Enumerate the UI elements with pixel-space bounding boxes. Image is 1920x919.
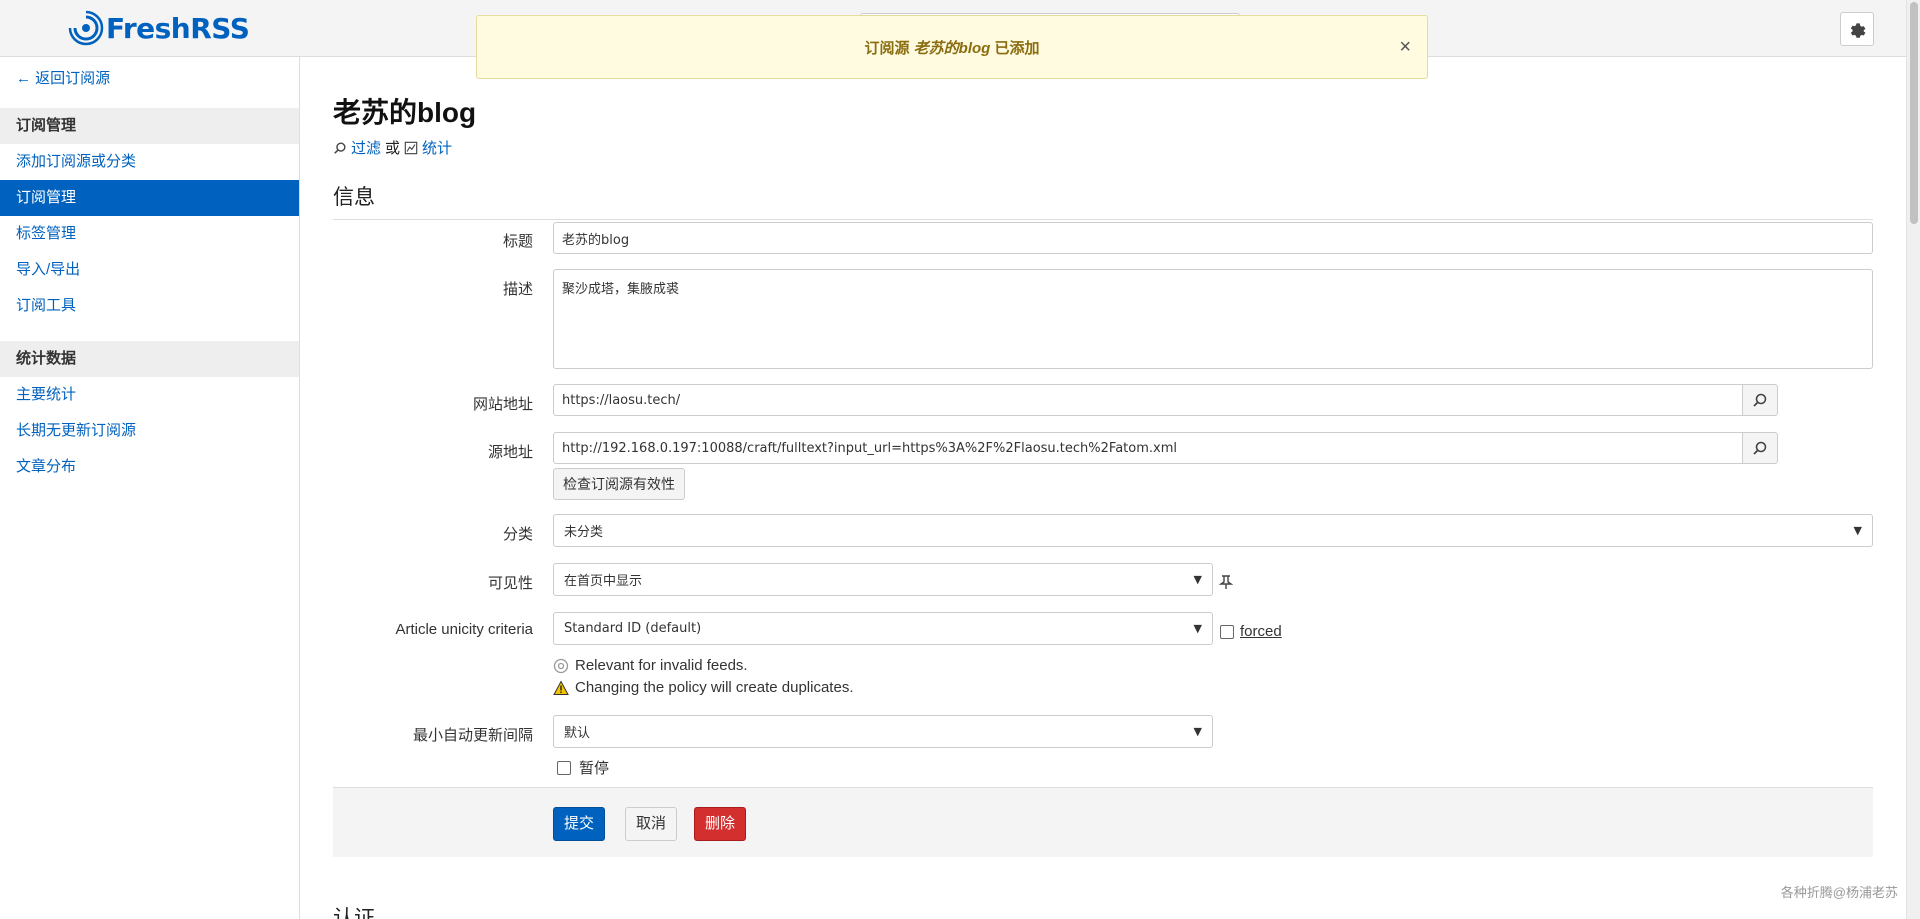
note-duplicates-text: Changing the policy will create duplicat… xyxy=(575,679,854,696)
freshrss-logo[interactable]: FreshRSS xyxy=(68,10,250,46)
gear-icon xyxy=(1850,23,1866,38)
interval-select[interactable]: 默认 ▼ xyxy=(553,715,1213,748)
main-content: 老苏的blog 过滤 或 统计 信息 标题 老苏的blog 描述 聚沙成塔，集腋… xyxy=(333,57,1873,919)
sidebar-group-title: 统计数据 xyxy=(0,341,299,377)
pin-icon[interactable] xyxy=(1219,574,1233,590)
app-name: FreshRSS xyxy=(106,11,250,45)
visibility-label: 可见性 xyxy=(487,575,533,592)
title-label: 标题 xyxy=(502,233,533,250)
pause-option: 暂停 xyxy=(557,757,609,778)
interval-label: 最小自动更新间隔 xyxy=(412,727,533,744)
open-feed-button[interactable] xyxy=(1742,432,1778,464)
forced-checkbox[interactable] xyxy=(1220,624,1234,639)
sidebar-item-repartition[interactable]: 文章分布 xyxy=(0,449,299,485)
unicity-select[interactable]: Standard ID (default) ▼ xyxy=(553,612,1213,645)
link-icon xyxy=(1753,441,1767,455)
stats-icon xyxy=(404,141,418,154)
check-feed-button[interactable]: 检查订阅源有效性 xyxy=(553,468,685,500)
settings-button[interactable] xyxy=(1840,12,1874,46)
note-invalid-feeds: Relevant for invalid feeds. xyxy=(553,657,748,674)
visibility-selected: 在首页中显示 xyxy=(564,574,643,589)
feed-url-label: 源地址 xyxy=(487,444,533,461)
unicity-selected: Standard ID (default) xyxy=(564,621,702,636)
page-title: 老苏的blog xyxy=(333,97,477,128)
or-text: 或 xyxy=(385,140,401,157)
stats-link[interactable]: 统计 xyxy=(422,137,452,158)
description-textarea[interactable]: 聚沙成塔，集腋成裘 xyxy=(553,269,1873,369)
sidebar: ← 返回订阅源 订阅管理 添加订阅源或分类 订阅管理 标签管理 导入/导出 订阅… xyxy=(0,57,300,919)
pause-label[interactable]: 暂停 xyxy=(579,757,609,778)
site-url-label: 网站地址 xyxy=(472,396,533,413)
feed-url-input[interactable]: http://192.168.0.197:10088/craft/fulltex… xyxy=(553,432,1743,464)
sidebar-item-tags[interactable]: 标签管理 xyxy=(0,216,299,252)
note-duplicates: Changing the policy will create duplicat… xyxy=(553,679,854,696)
title-input[interactable]: 老苏的blog xyxy=(553,222,1873,254)
forced-label[interactable]: forced xyxy=(1240,623,1282,640)
sidebar-group-title: 订阅管理 xyxy=(0,108,299,144)
sidebar-item-subscription-management[interactable]: 订阅管理 xyxy=(0,180,299,216)
sidebar-item-add-feed[interactable]: 添加订阅源或分类 xyxy=(0,144,299,180)
submit-button[interactable]: 提交 xyxy=(553,807,606,841)
pause-checkbox[interactable] xyxy=(557,760,571,775)
sidebar-item-tools[interactable]: 订阅工具 xyxy=(0,288,299,324)
search-icon xyxy=(334,141,346,154)
warning-icon xyxy=(553,679,569,695)
form-action-bar: 提交 取消 删除 xyxy=(333,787,1873,857)
chevron-down-icon: ▼ xyxy=(1193,725,1202,738)
page-scrollbar[interactable] xyxy=(1906,0,1920,919)
feed-sub-links: 过滤 或 统计 xyxy=(333,137,452,158)
category-label: 分类 xyxy=(502,526,533,543)
delete-button[interactable]: 删除 xyxy=(694,807,747,841)
cancel-button[interactable]: 取消 xyxy=(625,807,678,841)
forced-option: forced xyxy=(1220,623,1282,640)
sidebar-group-subscriptions: 订阅管理 添加订阅源或分类 订阅管理 标签管理 导入/导出 订阅工具 xyxy=(0,108,299,324)
section-title-info: 信息 xyxy=(333,181,1873,220)
interval-selected: 默认 xyxy=(564,726,591,741)
close-icon[interactable]: × xyxy=(1399,36,1411,59)
unicity-label: Article unicity criteria xyxy=(395,621,533,638)
site-url-input[interactable]: https://laosu.tech/ xyxy=(553,384,1743,416)
chevron-down-icon: ▼ xyxy=(1193,573,1202,586)
scrollbar-thumb[interactable] xyxy=(1910,2,1918,224)
chevron-down-icon: ▼ xyxy=(1853,524,1862,537)
notification-prefix: 订阅源 xyxy=(864,39,910,57)
link-icon xyxy=(1753,393,1767,407)
visibility-select[interactable]: 在首页中显示 ▼ xyxy=(553,563,1213,596)
sidebar-item-idle-feeds[interactable]: 长期无更新订阅源 xyxy=(0,413,299,449)
description-label: 描述 xyxy=(502,281,533,298)
freshrss-logo-icon xyxy=(68,10,104,46)
note-invalid-text: Relevant for invalid feeds. xyxy=(575,657,748,674)
notification-suffix: 已添加 xyxy=(994,39,1040,57)
category-selected: 未分类 xyxy=(564,525,604,540)
help-icon xyxy=(553,658,569,673)
open-site-button[interactable] xyxy=(1742,384,1778,416)
notification-feed-name: 老苏的blog xyxy=(913,39,991,57)
filter-link[interactable]: 过滤 xyxy=(351,137,381,158)
back-to-feeds-link[interactable]: ← 返回订阅源 xyxy=(16,67,110,88)
sidebar-group-stats: 统计数据 主要统计 长期无更新订阅源 文章分布 xyxy=(0,341,299,485)
sidebar-item-import-export[interactable]: 导入/导出 xyxy=(0,252,299,288)
section-title-auth: 认证 xyxy=(333,907,375,919)
category-select[interactable]: 未分类 ▼ xyxy=(553,514,1873,547)
chevron-down-icon: ▼ xyxy=(1193,622,1202,635)
sidebar-item-main-stats[interactable]: 主要统计 xyxy=(0,377,299,413)
watermark: 各种折腾@杨浦老苏 xyxy=(1780,885,1898,900)
